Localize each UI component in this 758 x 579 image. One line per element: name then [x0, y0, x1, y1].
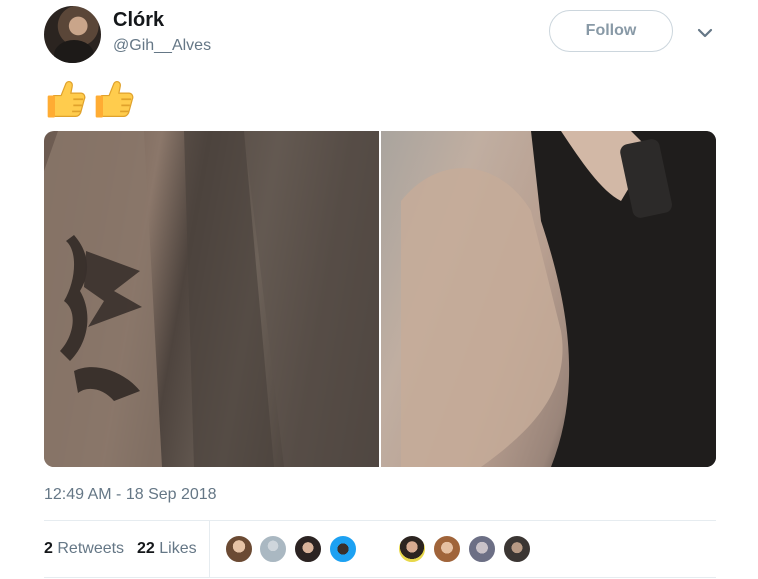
follow-button[interactable]: Follow — [549, 10, 673, 52]
liker-avatar[interactable] — [225, 535, 253, 563]
liker-avatar[interactable] — [433, 535, 461, 563]
arm-microphone-illustration — [401, 131, 716, 467]
photo-arm-tattoo[interactable] — [44, 131, 379, 467]
divider — [44, 577, 716, 578]
tweet-text — [44, 76, 140, 120]
thumbs-up-icon — [95, 80, 134, 118]
liker-avatar[interactable] — [294, 535, 322, 563]
likes-count: 22 — [137, 540, 155, 557]
divider — [44, 520, 716, 521]
liker-avatar[interactable] — [468, 535, 496, 563]
arm-tattoo-illustration — [44, 131, 379, 467]
user-handle[interactable]: @Gih__Alves — [113, 37, 211, 55]
retweets-count: 2 — [44, 540, 53, 557]
display-name[interactable]: Clórk — [113, 9, 164, 32]
liker-avatar[interactable] — [503, 535, 531, 563]
liker-avatar[interactable] — [329, 535, 357, 563]
tweet-timestamp[interactable]: 12:49 AM - 18 Sep 2018 — [44, 486, 217, 504]
avatar[interactable] — [44, 6, 101, 63]
likes-stat[interactable]: 22 Likes — [137, 540, 197, 558]
thumbs-up-icon — [47, 80, 86, 118]
liker-avatar[interactable] — [398, 535, 426, 563]
tweet-media[interactable] — [44, 131, 716, 467]
likes-label: Likes — [159, 540, 197, 557]
divider — [209, 521, 210, 577]
retweets-stat[interactable]: 2 Retweets — [44, 540, 124, 558]
retweets-label: Retweets — [57, 540, 125, 557]
photo-arm-microphone[interactable] — [381, 131, 716, 467]
chevron-down-icon[interactable] — [694, 22, 716, 44]
liker-avatar[interactable] — [259, 535, 287, 563]
